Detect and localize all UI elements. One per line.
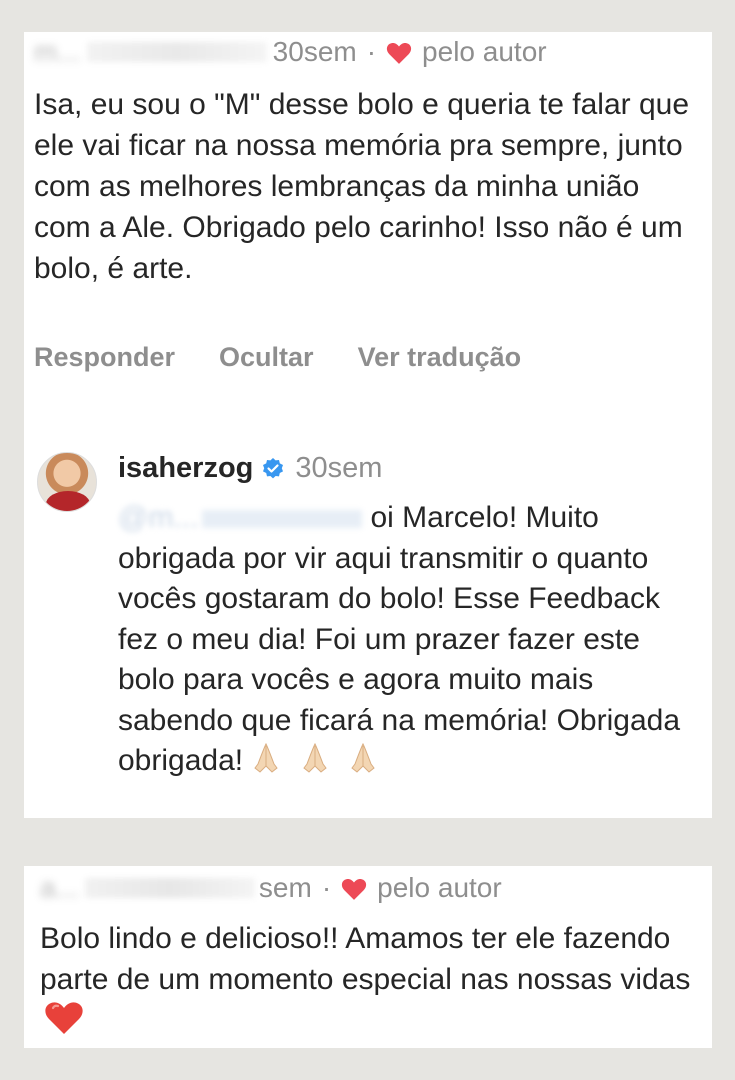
reply-header: isaherzog 30sem bbox=[118, 452, 382, 485]
reply-time[interactable]: 30sem bbox=[295, 452, 382, 485]
avatar[interactable] bbox=[37, 452, 97, 512]
reply-button[interactable]: Responder bbox=[34, 342, 175, 373]
heart-icon bbox=[386, 42, 412, 64]
comment-card: m... 30sem · pelo autor Isa, eu sou o "M… bbox=[24, 32, 712, 818]
comment-card: a... sem · pelo autor Bolo lindo e delic… bbox=[24, 866, 712, 1048]
reply-text: oi Marcelo! Muito obrigada por vir aqui … bbox=[118, 501, 681, 777]
praying-hands-icon bbox=[303, 742, 327, 773]
hide-button[interactable]: Ocultar bbox=[219, 342, 314, 373]
meta-separator: · bbox=[366, 36, 377, 67]
reply-username[interactable]: isaherzog bbox=[118, 452, 253, 485]
praying-hands-icon bbox=[351, 742, 375, 773]
redacted-username bbox=[84, 878, 255, 898]
comment-text: Bolo lindo e delicioso!! Amamos ter ele … bbox=[40, 922, 691, 996]
comment-body: Isa, eu sou o "M" desse bolo e queria te… bbox=[34, 88, 690, 285]
liked-by-author: pelo autor bbox=[377, 872, 502, 903]
comment-meta: m... 30sem · pelo autor bbox=[34, 36, 547, 68]
heart-icon bbox=[342, 878, 367, 900]
comment-actions: Responder Ocultar Ver tradução bbox=[34, 342, 565, 373]
comment-time[interactable]: 30sem bbox=[273, 36, 357, 68]
liked-by-author: pelo autor bbox=[422, 36, 547, 67]
redacted-mention bbox=[202, 510, 363, 529]
comment-time[interactable]: sem bbox=[259, 872, 312, 904]
praying-hands-icon bbox=[254, 742, 279, 773]
see-translation-button[interactable]: Ver tradução bbox=[358, 342, 522, 373]
redacted-username bbox=[86, 42, 267, 62]
red-heart-icon bbox=[45, 1002, 83, 1034]
comment-username[interactable]: m... bbox=[34, 36, 81, 68]
comment-meta: a... sem · pelo autor bbox=[40, 872, 502, 904]
comment-username[interactable]: a... bbox=[40, 872, 79, 904]
comment-body: Bolo lindo e delicioso!! Amamos ter ele … bbox=[40, 918, 700, 1041]
mention-link[interactable]: @m... bbox=[118, 501, 198, 534]
verified-badge-icon bbox=[263, 457, 284, 478]
reply-body: @m... oi Marcelo! Muito obrigada por vir … bbox=[118, 498, 698, 782]
meta-separator: · bbox=[321, 872, 332, 903]
